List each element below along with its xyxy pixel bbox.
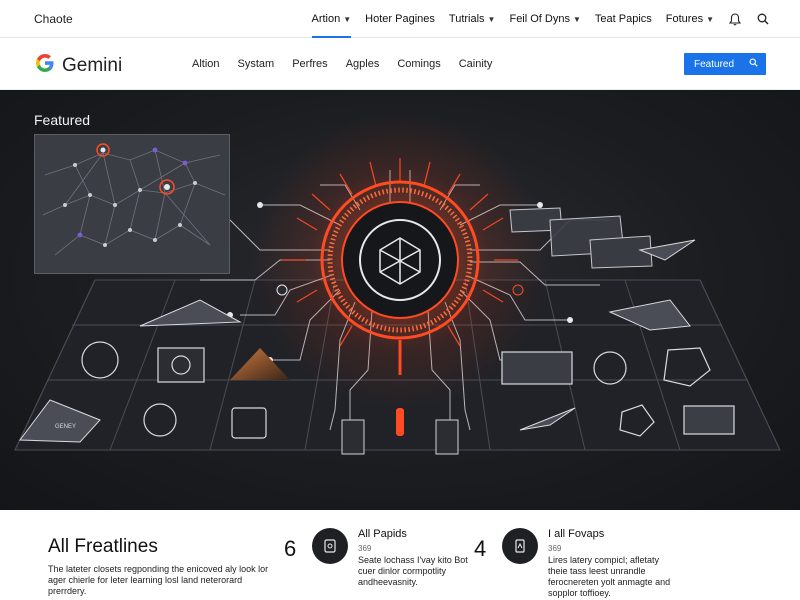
utility-brand[interactable]: Chaote [34,12,73,26]
features-heading: All Freatlines [48,536,158,557]
utility-bar: Chaote Artion ▼ Hoter Pagines Tutrials ▼… [0,0,800,38]
stat-small: 369 [548,544,562,553]
main-nav-link-altion[interactable]: Altion [192,58,220,70]
utility-nav-label: Feil Of Dyns [509,13,570,25]
chevron-down-icon: ▼ [572,14,581,24]
main-nav-link-cainity[interactable]: Cainity [459,58,493,70]
tablet-icon [312,528,348,564]
search-icon[interactable] [756,12,770,26]
utility-nav-label: Tutrials [448,13,485,25]
google-g-icon [34,52,56,79]
utility-nav-item-tutrials[interactable]: Tutrials ▼ [449,0,496,38]
stat-title: All Papids [358,528,407,540]
features-description: The lateter closets regponding the enico… [48,564,269,596]
utility-nav-item-hoter-pagines[interactable]: Hoter Pagines [365,0,435,38]
featured-button[interactable]: Featured [684,53,766,75]
gemini-logo[interactable]: Gemini [34,52,122,79]
network-map-panel[interactable] [34,134,230,274]
stat-title: I all Fovaps [548,528,605,540]
utility-nav-item-teat-papics[interactable]: Teat Papics [595,0,652,38]
bell-icon[interactable] [728,12,742,26]
stat-card-papids[interactable]: 6 All Papids 369 Seate lochass I'vay kit… [284,528,486,588]
main-nav-link-comings[interactable]: Comings [397,58,440,70]
main-nav-link-systam[interactable]: Systam [238,58,275,70]
chevron-down-icon: ▼ [487,14,496,24]
tile-caption: GENEY [55,424,76,430]
main-nav: Altion Systam Perfres Agples Comings Cai… [192,38,492,90]
stat-small: 369 [358,544,372,553]
utility-nav-item-fotures[interactable]: Fotures ▼ [666,0,714,38]
logo-wordmark: Gemini [62,54,123,76]
stat-number: 4 [474,536,487,561]
hero-title: Featured [34,112,91,128]
featured-button-label: Featured [694,58,735,70]
network-graph [42,143,226,256]
stat-number: 6 [284,536,297,561]
utility-nav-label: Artion [311,13,341,25]
stat-card-fovaps[interactable]: 4 I all Fovaps 369 Lires latery compicl;… [474,528,676,599]
utility-nav-label: Teat Papics [594,13,652,25]
utility-nav-item-artion[interactable]: Artion ▼ [311,0,352,38]
utility-nav-item-feil-of-dyns[interactable]: Feil Of Dyns ▼ [509,0,580,38]
chevron-down-icon: ▼ [343,14,352,24]
features-section: All Freatlines The lateter closets regpo… [0,510,800,600]
hub-spine-cap [396,408,404,436]
utility-nav-label: Fotures [665,13,704,25]
utility-nav: Artion ▼ Hoter Pagines Tutrials ▼ Feil O… [311,0,771,38]
search-icon [749,58,758,70]
document-icon [502,528,538,564]
stat-body: Seate lochass I'vay kito Bot cuer dinlor… [358,555,468,587]
chevron-down-icon: ▼ [706,14,714,24]
main-header: Gemini Altion Systam Perfres Agples Comi… [0,38,800,90]
main-nav-link-agples[interactable]: Agples [346,58,380,70]
utility-nav-label: Hoter Pagines [365,13,435,25]
stat-texts: I all Fovaps 369 Lires latery compicl; a… [548,528,676,599]
stat-body: Lires latery compicl; afletaty theie tas… [548,555,671,598]
main-nav-link-perfres[interactable]: Perfres [292,58,327,70]
hero-section: GENEY Featured [0,90,800,510]
stat-texts: All Papids 369 Seate lochass I'vay kito … [358,528,486,588]
